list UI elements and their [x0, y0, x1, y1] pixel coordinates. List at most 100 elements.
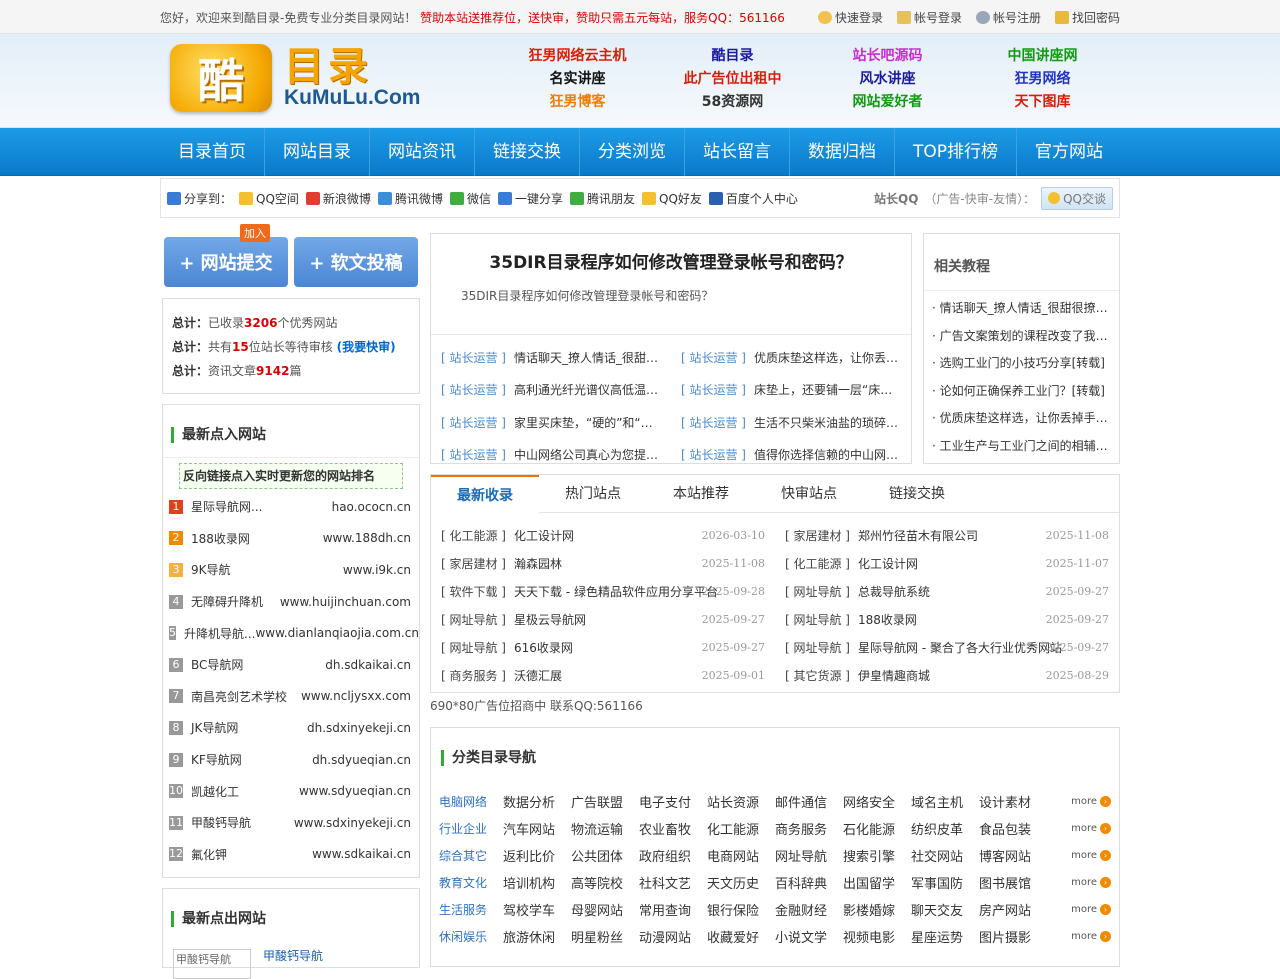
category-head[interactable]: 生活服务 — [439, 901, 503, 918]
site-name[interactable]: 升降机导航... — [184, 625, 255, 642]
site-thumbnail[interactable]: 甲酸钙导航 — [173, 949, 251, 979]
share-item[interactable]: 腾讯微博 — [377, 190, 443, 207]
category-head[interactable]: 行业企业 — [439, 820, 503, 837]
header-link[interactable]: 狂男博客 — [500, 92, 655, 112]
subcategory-link[interactable]: 搜索引擎 — [843, 846, 911, 865]
header-link[interactable]: 站长吧源码 — [810, 46, 965, 66]
site-category[interactable]: [ 家居建材 ] — [785, 527, 850, 544]
subcategory-link[interactable]: 博客网站 — [979, 846, 1047, 865]
related-article[interactable]: [ 站长运营 ] 值得你选择信赖的中山网络公司 — [671, 446, 911, 463]
related-article[interactable]: [ 站长运营 ] 家里买床垫，“硬的”和“软的”哪个好 — [431, 414, 671, 431]
site-name[interactable]: 无障碍升降机 — [191, 593, 280, 610]
latest-in-item[interactable]: 5 升降机导航... www.dianlanqiaojia.com.cn — [169, 617, 419, 649]
site-title[interactable]: 616收录网 — [514, 639, 573, 656]
subcategory-link[interactable]: 动漫网站 — [639, 927, 707, 946]
latest-out-site-link[interactable]: 甲酸钙导航 — [263, 947, 323, 964]
subcategory-link[interactable]: 常用查询 — [639, 900, 707, 919]
site-title[interactable]: 郑州竹径苗木有限公司 — [858, 527, 978, 544]
related-article[interactable]: [ 站长运营 ] 中山网络公司真心为您提供优质服务 — [431, 446, 671, 463]
tutorial-link[interactable]: · 广告文案策划的课程改变了我的生活 — [924, 323, 1119, 351]
site-category[interactable]: [ 网址导航 ] — [441, 611, 506, 628]
related-article[interactable]: [ 站长运营 ] 高利通光纤光谱仪高低温测试方案 — [431, 381, 671, 398]
subcategory-link[interactable]: 站长资源 — [707, 792, 775, 811]
more-link[interactable]: more › — [1071, 877, 1111, 888]
nav-item[interactable]: 网站资讯 — [370, 128, 475, 176]
subcategory-link[interactable]: 化工能源 — [707, 819, 775, 838]
subcategory-link[interactable]: 旅游休闲 — [503, 927, 571, 946]
subcategory-link[interactable]: 出国留学 — [843, 873, 911, 892]
latest-site-item[interactable]: [ 软件下载 ] 天天下载 - 绿色精品软件应用分享平台 2025-09-28 — [431, 577, 775, 605]
share-item[interactable]: QQ好友 — [642, 190, 702, 207]
header-link[interactable]: 风水讲座 — [810, 69, 965, 89]
site-title[interactable]: 188收录网 — [858, 611, 917, 628]
site-title[interactable]: 化工设计网 — [514, 527, 574, 544]
latest-in-item[interactable]: 8 JK导航网 dh.sdxinyekeji.cn — [169, 712, 411, 744]
subcategory-link[interactable]: 高等院校 — [571, 873, 639, 892]
nav-item[interactable]: 网站目录 — [265, 128, 370, 176]
subcategory-link[interactable]: 域名主机 — [911, 792, 979, 811]
nav-item[interactable]: 目录首页 — [160, 128, 265, 176]
site-title[interactable]: 瀚森园林 — [514, 555, 562, 572]
subcategory-link[interactable]: 明星粉丝 — [571, 927, 639, 946]
latest-site-item[interactable]: [ 化工能源 ] 化工设计网 2026-03-10 — [431, 521, 775, 549]
site-name[interactable]: 凯越化工 — [191, 783, 299, 800]
recover-password-link[interactable]: 找回密码 — [1054, 9, 1120, 26]
quick-login-link[interactable]: 快速登录 — [817, 9, 883, 26]
qq-chat-button[interactable]: QQ交谈 — [1041, 186, 1113, 210]
related-category[interactable]: [ 站长运营 ] — [681, 414, 746, 431]
site-category[interactable]: [ 网址导航 ] — [441, 639, 506, 656]
subcategory-link[interactable]: 设计素材 — [979, 792, 1047, 811]
nav-item[interactable]: 数据归档 — [790, 128, 895, 176]
latest-site-item[interactable]: [ 网址导航 ] 星际导航网 - 聚合了各大行业优秀网站 2025-09-27 — [775, 633, 1119, 661]
subcategory-link[interactable]: 小说文学 — [775, 927, 843, 946]
site-category[interactable]: [ 网址导航 ] — [785, 611, 850, 628]
related-category[interactable]: [ 站长运营 ] — [441, 414, 506, 431]
site-title[interactable]: 总裁导航系统 — [858, 583, 930, 600]
subcategory-link[interactable]: 培训机构 — [503, 873, 571, 892]
latest-site-item[interactable]: [ 网址导航 ] 总裁导航系统 2025-09-27 — [775, 577, 1119, 605]
latest-in-item[interactable]: 6 BC导航网 dh.sdkaikai.cn — [169, 649, 411, 681]
subcategory-link[interactable]: 聊天交友 — [911, 900, 979, 919]
subcategory-link[interactable]: 物流运输 — [571, 819, 639, 838]
site-title[interactable]: 星际导航网 - 聚合了各大行业优秀网站 — [858, 639, 1062, 656]
latest-site-item[interactable]: [ 网址导航 ] 616收录网 2025-09-27 — [431, 633, 775, 661]
category-head[interactable]: 电脑网络 — [439, 793, 503, 810]
subcategory-link[interactable]: 天文历史 — [707, 873, 775, 892]
related-article[interactable]: [ 站长运营 ] 情话聊天_撩人情话_很甜很撩人的情话 — [431, 349, 671, 366]
subcategory-link[interactable]: 商务服务 — [775, 819, 843, 838]
header-link[interactable]: 58资源网 — [655, 92, 810, 112]
tutorial-link[interactable]: · 工业生产与工业门之间的相辅相成关系 — [924, 433, 1119, 461]
ad-slot-text[interactable]: 690*80广告位招商中 联系QQ:561166 — [430, 697, 643, 714]
latest-site-item[interactable]: [ 家居建材 ] 瀚森园林 2025-11-08 — [431, 549, 775, 577]
site-title[interactable]: 沃德汇展 — [514, 667, 562, 684]
latest-in-item[interactable]: 12 氟化钾 www.sdkaikai.cn — [169, 839, 411, 871]
submit-article-button[interactable]: + 软文投稿 — [294, 237, 418, 287]
subcategory-link[interactable]: 军事国防 — [911, 873, 979, 892]
latest-in-item[interactable]: 7 南昌亮剑艺术学校 www.ncljysxx.com — [169, 681, 411, 713]
related-title[interactable]: 生活不只柴米油盐的琐碎，还有诗和远方 — [754, 414, 904, 431]
related-category[interactable]: [ 站长运营 ] — [441, 381, 506, 398]
related-title[interactable]: 家里买床垫，“硬的”和“软的”哪个好 — [514, 414, 664, 431]
account-login-link[interactable]: 帐号登录 — [896, 9, 962, 26]
more-link[interactable]: more › — [1071, 823, 1111, 834]
related-article[interactable]: [ 站长运营 ] 生活不只柴米油盐的琐碎，还有诗和远方 — [671, 414, 911, 431]
tab-2[interactable]: 本站推荐 — [647, 475, 755, 512]
tutorial-link[interactable]: · 优质床垫这样选，让你丢掉手机好好睡 — [924, 405, 1119, 433]
site-category[interactable]: [ 化工能源 ] — [785, 555, 850, 572]
nav-item[interactable]: 官方网站 — [1017, 128, 1121, 176]
site-category[interactable]: [ 家居建材 ] — [441, 555, 506, 572]
header-link[interactable]: 狂男网络 — [965, 69, 1120, 89]
header-link[interactable]: 名实讲座 — [500, 69, 655, 89]
tab-1[interactable]: 热门站点 — [539, 475, 647, 512]
related-article[interactable]: [ 站长运营 ] 优质床垫这样选，让你丢掉手机好好睡 — [671, 349, 911, 366]
more-link[interactable]: more › — [1071, 850, 1111, 861]
latest-site-item[interactable]: [ 商务服务 ] 沃德汇展 2025-09-01 — [431, 661, 775, 689]
tab-0[interactable]: 最新收录 — [431, 475, 539, 513]
latest-site-item[interactable]: [ 网址导航 ] 188收录网 2025-09-27 — [775, 605, 1119, 633]
related-article[interactable]: [ 站长运营 ] 床垫上，还要铺一层“床褥”吗？ — [671, 381, 911, 398]
tab-3[interactable]: 快审站点 — [755, 475, 863, 512]
site-category[interactable]: [ 网址导航 ] — [785, 583, 850, 600]
category-head[interactable]: 综合其它 — [439, 847, 503, 864]
subcategory-link[interactable]: 电商网站 — [707, 846, 775, 865]
header-link[interactable]: 网站爱好者 — [810, 92, 965, 112]
